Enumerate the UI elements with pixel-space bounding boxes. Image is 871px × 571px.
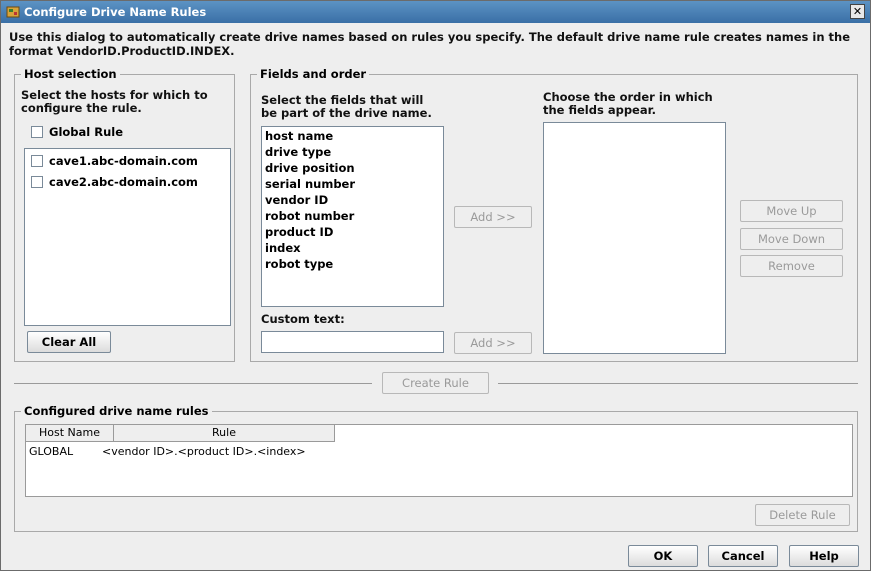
global-rule-checkbox-box[interactable] <box>31 126 43 138</box>
cancel-button[interactable]: Cancel <box>708 545 778 567</box>
fields-list[interactable]: host name drive type drive position seri… <box>261 126 444 307</box>
global-rule-checkbox[interactable]: Global Rule <box>31 125 151 141</box>
rule-text-cell[interactable]: <vendor ID>.<product ID>.<index> <box>102 445 306 458</box>
rule-host-cell[interactable]: GLOBAL <box>29 445 73 458</box>
ok-button[interactable]: OK <box>628 545 698 567</box>
dialog-window: Configure Drive Name Rules ✕ Use this di… <box>0 0 871 571</box>
clear-all-button[interactable]: Clear All <box>27 331 111 353</box>
host-item[interactable]: cave2.abc-domain.com <box>31 175 221 191</box>
host-checkbox[interactable] <box>31 155 43 167</box>
configured-rules-legend: Configured drive name rules <box>21 404 212 418</box>
separator-left <box>14 383 372 384</box>
column-header-rule[interactable]: Rule <box>114 425 335 442</box>
fields-and-order-legend: Fields and order <box>257 67 370 81</box>
move-up-button[interactable]: Move Up <box>740 200 843 222</box>
app-icon <box>6 6 20 18</box>
delete-rule-button[interactable]: Delete Rule <box>755 504 850 526</box>
host-selection-instructions: Select the hosts for which to configure … <box>21 88 208 115</box>
create-rule-button[interactable]: Create Rule <box>382 372 489 394</box>
host-item[interactable]: cave1.abc-domain.com <box>31 154 221 170</box>
fields-and-order-group: Fields and order Select the fields that … <box>250 67 858 362</box>
field-item[interactable]: robot number <box>265 208 354 224</box>
rules-table[interactable]: Host Name Rule GLOBAL <vendor ID>.<produ… <box>25 424 853 497</box>
field-item[interactable]: robot type <box>265 256 333 272</box>
column-header-host[interactable]: Host Name <box>26 425 114 442</box>
field-item[interactable]: index <box>265 240 301 256</box>
help-button[interactable]: Help <box>789 545 859 567</box>
intro-text: Use this dialog to automatically create … <box>9 30 851 58</box>
close-icon[interactable]: ✕ <box>850 4 865 19</box>
field-item[interactable]: drive type <box>265 144 331 160</box>
select-fields-label: Select the fields that will be part of t… <box>261 93 432 120</box>
separator-right <box>498 383 858 384</box>
field-item[interactable]: drive position <box>265 160 355 176</box>
field-item[interactable]: host name <box>265 128 333 144</box>
field-item[interactable]: serial number <box>265 176 355 192</box>
custom-text-input[interactable] <box>261 331 444 353</box>
move-down-button[interactable]: Move Down <box>740 228 843 250</box>
configured-rules-group: Configured drive name rules Host Name Ru… <box>14 404 858 532</box>
host-selection-group: Host selection Select the hosts for whic… <box>14 67 235 362</box>
custom-text-label: Custom text: <box>261 312 345 326</box>
add-field-button[interactable]: Add >> <box>454 206 532 228</box>
order-label: Choose the order in which the fields app… <box>543 90 713 117</box>
host-label: cave2.abc-domain.com <box>49 175 198 189</box>
field-item[interactable]: product ID <box>265 224 333 240</box>
global-rule-label: Global Rule <box>49 125 124 139</box>
field-item[interactable]: vendor ID <box>265 192 328 208</box>
window-title: Configure Drive Name Rules <box>24 5 207 19</box>
host-label: cave1.abc-domain.com <box>49 154 198 168</box>
remove-button[interactable]: Remove <box>740 255 843 277</box>
add-custom-text-button[interactable]: Add >> <box>454 332 532 354</box>
host-checkbox[interactable] <box>31 176 43 188</box>
host-list[interactable]: cave1.abc-domain.com cave2.abc-domain.co… <box>24 148 231 326</box>
title-bar[interactable]: Configure Drive Name Rules ✕ <box>1 1 870 23</box>
order-list[interactable] <box>543 122 726 354</box>
host-selection-legend: Host selection <box>21 67 120 81</box>
